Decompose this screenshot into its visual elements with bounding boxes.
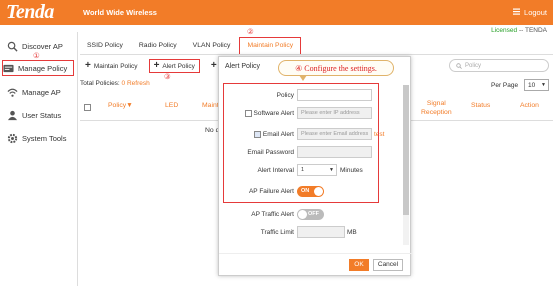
sidebar-item-system-tools[interactable]: System Tools [7,130,77,146]
sidebar-item-label: Discover AP [22,41,63,51]
menu-icon[interactable] [513,8,521,17]
tab-ssid-policy[interactable]: SSID Policy [80,37,130,55]
alert-policy-label: Alert Policy [162,62,195,70]
logout-link[interactable]: Logout [524,8,547,17]
license-owner: TENDA [524,27,547,34]
step-marker-3: ③ [164,72,171,81]
total-count: 0 [121,80,126,87]
license-separator: -- [517,27,525,34]
traffic-limit-unit: MB [347,229,357,236]
per-page-label: Per Page [491,82,519,89]
ap-traffic-state: OFF [308,211,319,217]
total-policies: Total Policies: 0 Refresh [80,80,150,87]
sidebar-item-label: Manage Policy [18,63,68,73]
dialog-footer: OK Cancel [219,253,412,275]
sidebar-item-label: System Tools [22,133,67,143]
brand-tagline: World Wide Wireless [83,8,157,17]
alert-policy-button[interactable]: + Alert Policy [148,59,200,73]
policy-tabs: SSID Policy Radio Policy VLAN Policy Mai… [80,36,303,56]
select-all-checkbox[interactable] [84,104,91,111]
column-status: Status [471,102,491,109]
search-input[interactable]: Policy [449,59,549,72]
column-maint: Maint [202,102,219,109]
sidebar-item-label: Manage AP [22,87,61,97]
policy-icon [3,64,14,72]
sidebar-item-user-status[interactable]: User Status [7,107,77,123]
column-signal-reception: Signal Reception [421,99,452,117]
column-led: LED [165,102,179,109]
column-action: Action [520,102,539,109]
traffic-limit-row: Traffic Limit MB [227,226,404,240]
tab-divider [80,54,553,55]
sidebar-item-manage-ap[interactable]: Manage AP [7,84,77,100]
cancel-button[interactable]: Cancel [373,259,403,271]
ap-traffic-row: AP Traffic Alert OFF [227,208,404,222]
signal-line2: Reception [421,109,452,116]
traffic-limit-label: Traffic Limit [260,229,294,236]
per-page-select[interactable]: 10 ▼ [524,79,549,91]
policy-toolbar: +Maintain Policy +Alert Policy +A [80,59,229,75]
tab-maintain-policy[interactable]: Maintain Policy [239,37,302,55]
search-placeholder: Policy [465,62,482,69]
search-icon [456,62,462,69]
refresh-link[interactable]: Refresh [127,80,150,87]
top-bar: Tenda World Wide Wireless Logout [0,0,553,25]
per-page-value: 10 [528,81,536,89]
ap-traffic-label: AP Traffic Alert [251,211,294,218]
top-right-actions: Logout [513,8,547,17]
sidebar-item-manage-policy[interactable]: Manage Policy [2,60,74,76]
brand-logo: Tenda [6,1,54,23]
plus-icon: + [85,60,91,71]
settings-highlight-box [223,83,379,203]
column-policy[interactable]: Policy▼ [108,102,133,109]
gear-icon [7,133,18,143]
dialog-title: Alert Policy [225,63,261,70]
tab-vlan-policy[interactable]: VLAN Policy [186,37,238,55]
sidebar-item-label: User Status [22,110,62,120]
toggle-knob [298,210,307,219]
plus-icon: + [210,60,217,71]
ap-traffic-toggle[interactable]: OFF [297,209,324,220]
traffic-limit-input[interactable] [297,226,345,238]
maintain-policy-button[interactable]: + Maintain Policy [80,59,143,73]
configure-callout: ④ Configure the settings. [278,60,394,81]
signal-line1: Signal [426,100,446,107]
ok-button[interactable]: OK [349,259,369,271]
license-status: Licensed -- TENDA [491,27,547,34]
chevron-down-icon: ▼ [541,82,546,88]
total-label: Total Policies: [80,80,122,87]
sidebar-item-discover-ap[interactable]: Discover AP [7,38,77,54]
plus-icon: + [153,60,160,71]
wifi-icon [7,88,18,97]
tab-radio-policy[interactable]: Radio Policy [132,37,184,55]
step-marker-2: ② [247,27,254,36]
license-state: Licensed [491,27,518,34]
user-icon [7,110,18,120]
maintain-policy-label: Maintain Policy [93,62,138,70]
sidebar: Discover AP Manage Policy Manage AP User… [0,32,78,286]
step-marker-1: ① [33,51,40,60]
discover-icon [7,41,18,52]
